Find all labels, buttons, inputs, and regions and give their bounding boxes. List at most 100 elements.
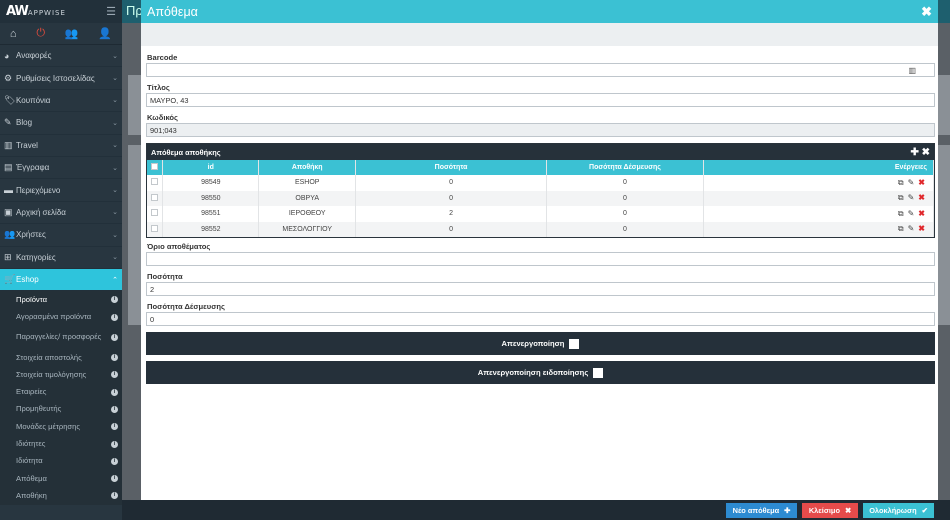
delete-icon[interactable]: ✖ xyxy=(918,224,925,233)
table-row[interactable]: 98549 ESHOP 0 0 ⧉ ✎ ✖ xyxy=(147,175,935,191)
table-row[interactable]: 98550 ΟΒΡΥΑ 0 0 ⧉ ✎ ✖ xyxy=(147,190,935,206)
column-header[interactable]: id xyxy=(162,160,260,175)
column-header[interactable]: Αποθήκη xyxy=(258,160,357,175)
folder-icon: ▬ xyxy=(4,185,13,196)
sidebar-item[interactable]: ⚙ Ρυθμίσεις Ιστοσελίδας ⌄ xyxy=(0,67,122,90)
close-icon[interactable]: ✖ xyxy=(921,4,932,20)
info-icon[interactable]: i xyxy=(111,492,118,500)
sidebar-subitem[interactable]: Προμηθευτής i xyxy=(0,400,122,419)
sidebar-item[interactable]: ▤ Έγγραφα ⌄ xyxy=(0,157,122,180)
copy-icon[interactable]: ⧉ xyxy=(898,224,904,233)
copy-icon[interactable]: ⧉ xyxy=(898,209,904,218)
sidebar-item[interactable]: ▣ Αρχική σελίδα ⌄ xyxy=(0,202,122,225)
info-icon[interactable]: i xyxy=(111,388,118,396)
table-row[interactable]: 98551 ΙΕΡΟΘΕΟΥ 2 0 ⧉ ✎ ✖ xyxy=(147,206,935,222)
info-icon[interactable]: i xyxy=(111,475,118,483)
table-row[interactable]: 98552 ΜΕΣΟΛΟΓΓΙΟΥ 0 0 ⧉ ✎ ✖ xyxy=(147,221,935,237)
edit-icon[interactable]: ✎ xyxy=(908,209,915,218)
power-icon[interactable]: ⏻ xyxy=(36,27,45,40)
user-icon[interactable]: 👤 xyxy=(98,27,112,40)
sidebar-subitem[interactable]: Στοιχεία τιμολόγησης i xyxy=(0,366,122,384)
delete-icon[interactable]: ✖ xyxy=(918,193,925,202)
actions-cell: ⧉ ✎ ✖ xyxy=(703,175,935,191)
sidebar-subitem[interactable]: Προϊόντα i xyxy=(0,291,122,309)
sidebar-subitem[interactable]: Αγορασμένα προϊόντα i xyxy=(0,308,122,326)
id-cell: 98550 xyxy=(162,190,260,206)
sidebar-subitem[interactable]: Στοιχεία αποστολής i xyxy=(0,348,122,367)
copy-icon[interactable]: ⧉ xyxy=(898,193,904,202)
info-icon[interactable]: i xyxy=(111,423,118,431)
disable-notify-checkbox[interactable] xyxy=(593,367,604,378)
new-stock-button[interactable]: Νέο απόθεμα ✚ xyxy=(726,503,797,518)
quantity-field[interactable]: 2 xyxy=(146,282,935,296)
sidebar-item[interactable]: ⊞ Κατηγορίες ⌄ xyxy=(0,247,122,269)
row-checkbox[interactable] xyxy=(151,193,159,201)
sidebar-menu: ◕ Αναφορές ⌄ ⚙ Ρυθμίσεις Ιστοσελίδας ⌄ 🏷 Κουπόν… xyxy=(0,45,122,505)
reserved-cell: 0 xyxy=(546,206,704,222)
sidebar-item[interactable]: ▥ Travel ⌄ xyxy=(0,135,122,157)
sidebar-item[interactable]: 🏷 Κουπόνια ⌄ xyxy=(0,90,122,113)
reserved-field[interactable]: 0 xyxy=(146,312,935,326)
quantity-cell: 0 xyxy=(355,175,548,191)
edit-icon[interactable]: ✎ xyxy=(908,178,915,187)
sidebar-subitem[interactable]: Εταιρείες i xyxy=(0,383,122,401)
warehouse-cell: ESHOP xyxy=(258,175,357,191)
add-icon[interactable]: ✚ xyxy=(910,147,918,158)
limit-field[interactable] xyxy=(146,252,935,266)
delete-icon[interactable]: ✖ xyxy=(918,178,925,187)
info-icon[interactable]: i xyxy=(111,405,118,413)
sidebar-item-eshop[interactable]: 🛒 Eshop ⌃ xyxy=(0,268,122,292)
sidebar-item-label: Eshop xyxy=(16,275,39,285)
sidebar-subitem[interactable]: Ιδιότητες i xyxy=(0,435,122,453)
select-all-checkbox[interactable] xyxy=(151,163,159,170)
disable-checkbox[interactable] xyxy=(569,338,580,349)
close-button[interactable]: Κλείσιμο ✖ xyxy=(802,503,858,518)
info-icon[interactable]: i xyxy=(111,440,118,448)
info-icon[interactable]: i xyxy=(111,371,118,379)
copy-icon[interactable]: ⧉ xyxy=(898,178,904,187)
sidebar-item[interactable]: ✎ Blog ⌄ xyxy=(0,112,122,135)
delete-icon[interactable]: ✖ xyxy=(918,209,925,218)
sidebar-subitem[interactable]: Απόθεμα i xyxy=(0,469,122,488)
reserved-cell: 0 xyxy=(546,221,704,237)
sidebar-item-label: Κουπόνια xyxy=(16,95,51,105)
barcode-field[interactable]: ▥ xyxy=(146,63,935,77)
info-icon[interactable]: i xyxy=(111,354,118,362)
barcode-label: Barcode xyxy=(147,53,178,62)
sidebar-subitem-label: Μονάδες μέτρησης xyxy=(16,421,80,431)
edit-icon[interactable]: ✎ xyxy=(908,193,915,202)
sidebar-subitem[interactable]: Παραγγελίες/ προσφορές i xyxy=(0,325,122,349)
info-icon[interactable]: i xyxy=(111,313,118,321)
sidebar-subitem[interactable]: Ιδιότητα i xyxy=(0,452,122,470)
menu-icon[interactable]: ☰ xyxy=(106,5,116,18)
sidebar-item[interactable]: ◕ Αναφορές ⌄ xyxy=(0,45,122,68)
barcode-icon[interactable]: ▥ xyxy=(908,66,916,75)
sidebar-subitem[interactable]: Μονάδες μέτρησης i xyxy=(0,418,122,436)
home-icon[interactable]: ⌂ xyxy=(10,28,17,40)
warehouse-stock-title: Απόθεμα αποθήκης xyxy=(151,147,221,157)
title-field[interactable]: ΜΑΥΡΟ, 43 xyxy=(146,93,935,107)
logo-bar: AWAPPWISE ☰ xyxy=(0,0,122,23)
sidebar-item-label: Blog xyxy=(16,118,33,128)
row-checkbox[interactable] xyxy=(151,178,159,186)
users-icon: 👥 xyxy=(4,229,16,240)
sidebar-item[interactable]: 👥 Χρήστες ⌄ xyxy=(0,224,122,247)
row-checkbox[interactable] xyxy=(151,209,159,217)
add-user-icon[interactable]: 👥 xyxy=(65,27,79,40)
column-header[interactable]: Ποσότητα xyxy=(355,160,548,175)
sidebar-subitem-label: Προϊόντα xyxy=(16,294,48,304)
info-icon[interactable]: i xyxy=(111,333,118,341)
close-panel-icon[interactable]: ✖ xyxy=(922,147,930,158)
sidebar-item[interactable]: ▬ Περιεχόμενο ⌄ xyxy=(0,179,122,202)
column-header[interactable]: Ποσότητα Δέσμευσης xyxy=(546,160,704,175)
sidebar-subitem[interactable]: Αποθήκη i xyxy=(0,487,122,505)
column-header[interactable]: Ενέργειες xyxy=(703,160,935,175)
pie-chart-icon: ◕ xyxy=(4,50,10,61)
edit-icon[interactable]: ✎ xyxy=(908,224,915,233)
info-icon[interactable]: i xyxy=(111,296,118,304)
complete-button[interactable]: Ολοκλήρωση ✔ xyxy=(863,503,934,518)
sidebar-item-label: Έγγραφα xyxy=(16,163,50,173)
row-checkbox[interactable] xyxy=(151,224,159,232)
warehouse-stock-table: id Αποθήκη Ποσότητα Ποσότητα Δέσμευσης Ενέργ… xyxy=(147,160,935,237)
info-icon[interactable]: i xyxy=(111,457,118,465)
